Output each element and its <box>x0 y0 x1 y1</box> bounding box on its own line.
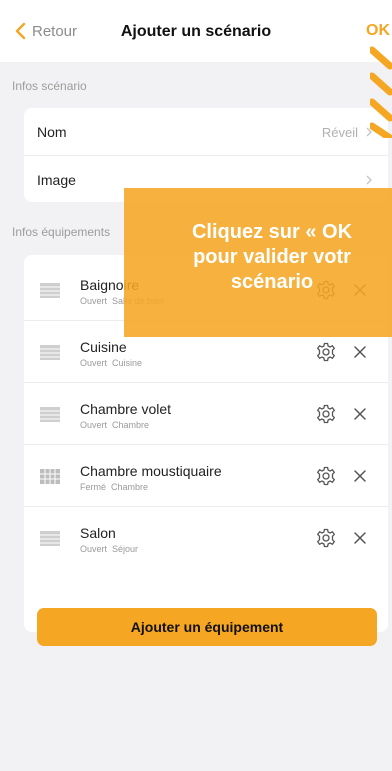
tutorial-text: Cliquez sur « OK pour valider votr scéna… <box>191 221 353 293</box>
shutter-icon <box>40 407 60 422</box>
add-equipment-button[interactable]: Ajouter un équipement <box>37 608 377 646</box>
gear-icon[interactable] <box>316 404 336 424</box>
equipment-name: Chambre moustiquaire <box>80 463 222 479</box>
equipment-name: Salon <box>80 525 116 541</box>
equipment-status: Ouvert Cuisine <box>80 358 142 368</box>
equipment-room: Séjour <box>112 544 139 554</box>
equipment-state: Ouvert <box>80 358 108 368</box>
shutter-icon <box>40 531 60 546</box>
close-icon[interactable] <box>352 406 368 422</box>
equipment-name: Cuisine <box>80 339 127 355</box>
shutter-icon <box>40 283 60 298</box>
name-row[interactable]: Nom Réveil <box>24 108 388 155</box>
close-icon[interactable] <box>352 344 368 360</box>
equipment-state: Ouvert <box>80 420 108 430</box>
pointer-stripes-icon <box>370 46 392 138</box>
equipment-status: Ouvert Séjour <box>80 544 138 554</box>
page-title: Ajouter un scénario <box>120 23 272 40</box>
equipment-state: Ouvert <box>80 544 108 554</box>
close-icon[interactable] <box>352 468 368 484</box>
gear-icon[interactable] <box>316 528 336 548</box>
equipment-row[interactable]: Salon Ouvert Séjour <box>24 507 388 569</box>
image-label: Image <box>37 172 76 188</box>
equipment-room: Cuisine <box>112 358 143 368</box>
equipment-row[interactable]: Chambre moustiquaire Fermé Chambre <box>24 445 388 507</box>
section-label-scenario: Infos scénario <box>12 79 87 93</box>
equipment-room: Chambre <box>112 420 150 430</box>
name-label: Nom <box>37 124 67 140</box>
equipment-room: Chambre <box>111 482 149 492</box>
equipment-name: Chambre volet <box>80 401 172 417</box>
equipment-row[interactable]: Chambre volet Ouvert Chambre <box>24 383 388 445</box>
navbar: Retour Ajouter un scénario OK <box>0 0 392 62</box>
gear-icon[interactable] <box>316 342 336 362</box>
name-value: Réveil <box>321 125 358 140</box>
chevron-right-icon <box>366 175 372 185</box>
equipment-status: Fermé Chambre <box>80 482 148 492</box>
gear-icon[interactable] <box>316 466 336 486</box>
ok-button[interactable]: OK <box>366 22 390 40</box>
mosquito-net-icon <box>40 469 60 484</box>
shutter-icon <box>40 345 60 360</box>
equipment-state: Fermé <box>80 482 107 492</box>
tutorial-overlay: Cliquez sur « OK pour valider votr scéna… <box>124 188 392 337</box>
equipment-state: Ouvert <box>80 296 108 306</box>
close-icon[interactable] <box>352 530 368 546</box>
equipment-status: Ouvert Chambre <box>80 420 149 430</box>
section-label-equipments: Infos équipements <box>12 225 111 239</box>
